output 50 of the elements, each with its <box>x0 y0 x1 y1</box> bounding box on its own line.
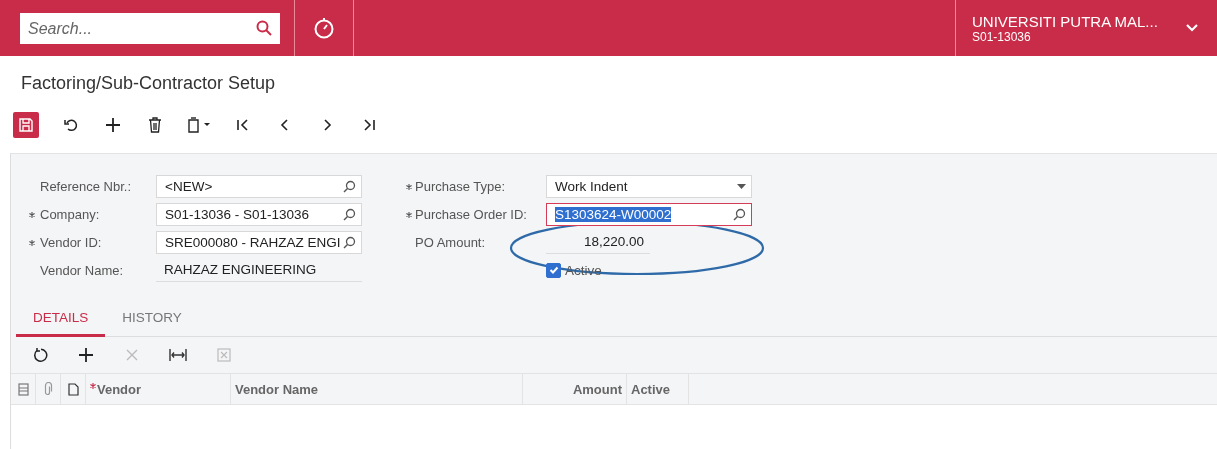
note-icon <box>67 382 79 396</box>
search-icon <box>343 179 356 193</box>
fit-width-icon <box>169 348 187 362</box>
field-label: Purchase Type: <box>415 178 506 194</box>
search-field[interactable]: Search... <box>20 13 280 44</box>
field-label: Purchase Order ID: <box>415 206 527 222</box>
search-icon <box>343 235 356 249</box>
search-icon <box>343 207 356 221</box>
first-icon <box>236 118 250 132</box>
tab[interactable]: DETAILS <box>16 304 106 337</box>
files-icon <box>17 382 29 396</box>
input-field[interactable]: S01-13036 - S01-13036 <box>156 202 362 226</box>
timer-icon <box>312 16 336 40</box>
column-header[interactable]: Vendor <box>97 381 142 397</box>
input-field[interactable]: <NEW> <box>156 174 362 198</box>
plus-icon <box>78 347 94 363</box>
tab[interactable]: HISTORY <box>105 304 199 337</box>
page-title: Factoring/Sub-Contractor Setup <box>21 73 276 93</box>
column-header[interactable]: Vendor Name <box>235 381 319 397</box>
history-button[interactable] <box>294 0 354 56</box>
paperclip-icon <box>43 382 53 396</box>
chevron-down-icon <box>1185 23 1199 33</box>
column-header[interactable]: Active <box>631 381 671 397</box>
trash-icon <box>148 117 162 133</box>
company-selector[interactable]: UNIVERSITI PUTRA MAL... S01-13036 <box>955 0 1217 56</box>
save-button[interactable] <box>13 112 39 138</box>
caret-icon <box>737 183 746 189</box>
undo-icon <box>63 117 79 133</box>
input-field[interactable]: S1303624-W00002 <box>546 202 752 226</box>
plus-icon <box>105 117 121 133</box>
field-label: Vendor ID: <box>40 234 102 250</box>
field-label: PO Amount: <box>415 234 486 250</box>
company-code: S01-13036 <box>972 29 1032 44</box>
company-name: UNIVERSITI PUTRA MAL... <box>972 12 1159 30</box>
read-only-field: RAHZAZ ENGINEERING <box>156 258 362 282</box>
search-icon <box>733 207 746 221</box>
field-label: Company: <box>40 206 100 222</box>
search-icon <box>256 20 272 36</box>
field-label: Vendor Name: <box>40 262 124 278</box>
column-header[interactable]: Amount <box>572 381 622 397</box>
input-field[interactable]: SRE000080 - RAHZAZ ENGI <box>156 230 362 254</box>
read-only-field: 18,220.00 <box>546 230 650 254</box>
field-label: Reference Nbr.: <box>40 178 132 194</box>
last-icon <box>362 118 376 132</box>
input-field[interactable]: Work Indent <box>546 174 752 198</box>
active-checkbox[interactable] <box>546 262 561 278</box>
clipboard-icon <box>187 117 211 133</box>
spreadsheet-icon <box>217 348 231 362</box>
refresh-icon <box>32 347 48 363</box>
close-icon <box>125 348 139 362</box>
